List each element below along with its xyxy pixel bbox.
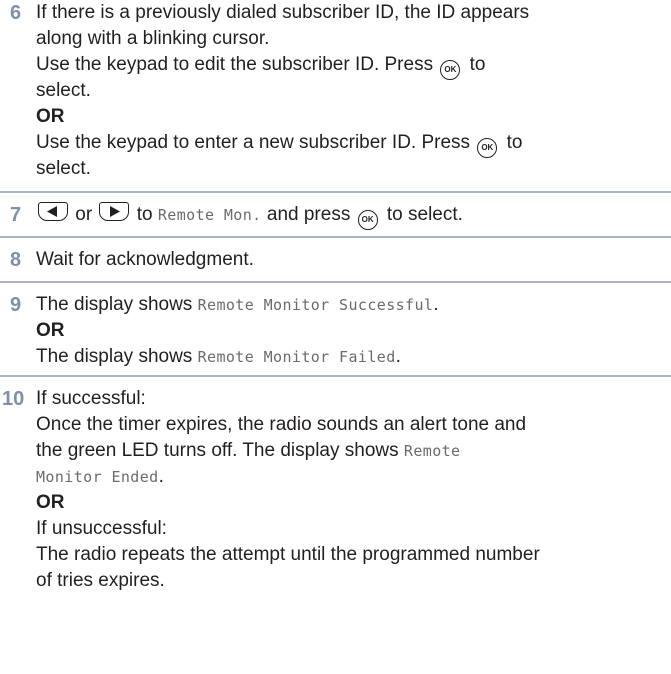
- display-message: Remote Monitor Failed: [197, 348, 396, 366]
- step-body: If there is a previously dialed subscrib…: [36, 0, 671, 182]
- text: Use the keypad to enter a new subscriber…: [36, 132, 476, 153]
- text: and press: [261, 204, 356, 225]
- step-number: 6: [10, 2, 22, 24]
- step-text-line: select.: [36, 158, 91, 179]
- text: .: [433, 294, 439, 315]
- step-text-line: If unsuccessful:: [36, 518, 167, 539]
- step-body: If successful: Once the timer expires, t…: [36, 386, 671, 594]
- text: or: [70, 204, 98, 225]
- menu-item-name: Remote Mon.: [157, 206, 262, 224]
- text: The display shows: [36, 346, 198, 367]
- or-label: OR: [36, 106, 65, 127]
- display-message: Remote Monitor Successful: [197, 296, 434, 314]
- step-text-line: Monitor Ended.: [36, 464, 671, 490]
- text: The display shows: [36, 294, 198, 315]
- divider: [0, 281, 671, 283]
- step-text-line: of tries expires.: [36, 570, 165, 591]
- or-label: OR: [36, 320, 65, 341]
- procedure-page: 6 If there is a previously dialed subscr…: [0, 0, 671, 674]
- text: to: [501, 132, 523, 153]
- step-body: The display shows Remote Monitor Success…: [36, 292, 671, 370]
- text: Use the keypad to edit the subscriber ID…: [36, 54, 439, 75]
- step-text-line: Use the keypad to enter a new subscriber…: [36, 130, 671, 158]
- step-number: 7: [10, 204, 22, 226]
- step-text-line: Use the keypad to edit the subscriber ID…: [36, 52, 671, 80]
- step-text-line: The radio repeats the attempt until the …: [36, 544, 540, 565]
- text: .: [158, 466, 164, 487]
- ok-button-icon: OK: [477, 138, 498, 158]
- step-number: 8: [10, 249, 22, 271]
- step-text-line: the green LED turns off. The display sho…: [36, 438, 671, 464]
- step-body: or to Remote Mon. and press OK to select…: [36, 202, 671, 230]
- step-text-line: along with a blinking cursor.: [36, 28, 270, 49]
- text: .: [395, 346, 401, 367]
- step-text-line: If successful:: [36, 388, 146, 409]
- text: to: [464, 54, 486, 75]
- display-message: Remote: [403, 442, 461, 460]
- or-label: OR: [36, 492, 65, 513]
- left-navigation-button-icon: [38, 202, 68, 221]
- step-text-line: or to Remote Mon. and press OK to select…: [36, 202, 671, 230]
- divider: [0, 236, 671, 238]
- step-body: Wait for acknowledgment.: [36, 247, 671, 273]
- divider: [0, 375, 671, 377]
- ok-button-icon: OK: [357, 210, 378, 230]
- step-text-line: If there is a previously dialed subscrib…: [36, 2, 530, 23]
- step-text-line: The display shows Remote Monitor Success…: [36, 292, 671, 318]
- step-number: 10: [2, 388, 25, 410]
- right-navigation-button-icon: [99, 202, 130, 221]
- text: to: [131, 204, 158, 225]
- display-message: Monitor Ended: [36, 468, 159, 486]
- ok-button-icon: OK: [440, 60, 461, 80]
- step-text-line: select.: [36, 80, 91, 101]
- step-text-line: The display shows Remote Monitor Failed.: [36, 344, 671, 370]
- text: the green LED turns off. The display sho…: [36, 440, 404, 461]
- step-text-line: Once the timer expires, the radio sounds…: [36, 414, 527, 435]
- divider: [0, 191, 671, 193]
- step-number: 9: [10, 294, 22, 316]
- text: to select.: [381, 204, 463, 225]
- step-text-line: Wait for acknowledgment.: [36, 249, 254, 270]
